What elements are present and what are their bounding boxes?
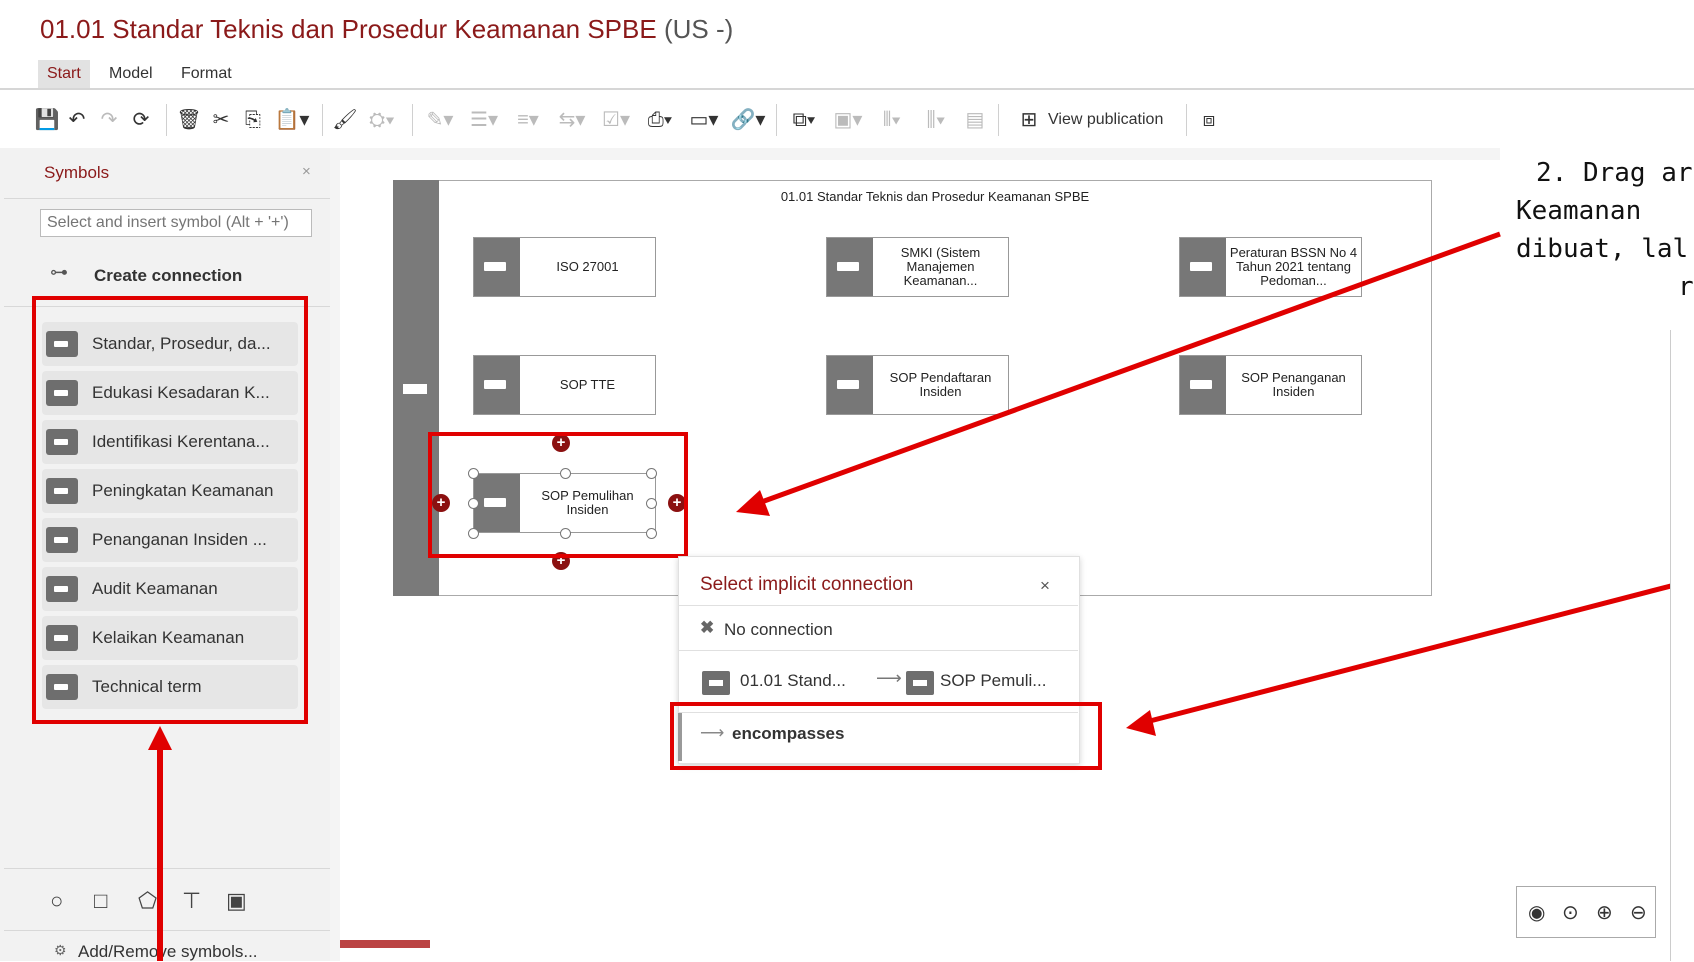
pool-title: 01.01 Standar Teknis dan Prosedur Keaman… xyxy=(780,189,1090,204)
circle-icon[interactable]: ○ xyxy=(50,888,63,914)
toolbar-divider xyxy=(1186,104,1187,136)
technical-term-icon xyxy=(474,356,520,414)
zoom-100-icon[interactable]: ⊙ xyxy=(1562,900,1579,925)
arrange-icon[interactable]: ⧉▾ xyxy=(786,106,822,134)
symbol-search-input[interactable] xyxy=(40,209,312,237)
eye-icon[interactable]: ◉ xyxy=(1528,900,1545,925)
popup-divider xyxy=(678,650,1078,651)
insert-shape-icon[interactable]: ▭▾ xyxy=(686,106,722,134)
object-label: ISO 27001 xyxy=(556,259,619,274)
link-icon[interactable]: 🔗▾ xyxy=(730,106,766,134)
diagram-object[interactable]: ISO 27001 xyxy=(473,237,656,297)
close-x-icon: ✖ xyxy=(700,618,715,637)
annotation-arrow-to-object xyxy=(736,231,1501,516)
diagram-object[interactable]: SOP TTE xyxy=(473,355,656,415)
annotation-text: 2. Drag ar xyxy=(1536,158,1693,188)
technical-term-icon xyxy=(702,671,730,695)
present-icon[interactable]: ⧈ xyxy=(1196,106,1222,134)
popup-title: Select implicit connection xyxy=(700,574,914,595)
create-connection-button[interactable]: Create connection xyxy=(94,266,242,286)
highlight-box-object xyxy=(428,432,688,558)
technical-term-icon xyxy=(474,238,520,296)
popup-divider xyxy=(678,605,1078,606)
image-icon[interactable]: ▣ xyxy=(226,888,247,914)
toolbar-divider xyxy=(166,104,167,136)
toolbar-divider xyxy=(998,104,999,136)
symbols-panel-title: Symbols xyxy=(44,163,110,182)
cut-icon[interactable]: ✂ xyxy=(208,106,234,134)
annotation-arrow-up xyxy=(148,726,172,961)
object-label: SOP TTE xyxy=(559,377,616,392)
right-side-panel xyxy=(1670,330,1694,961)
annotation-arrow-to-connection xyxy=(1126,577,1694,736)
redo-icon[interactable]: ↷ xyxy=(96,106,122,134)
toolbar-divider xyxy=(322,104,323,136)
connection-source: 01.01 Stand... xyxy=(740,671,846,690)
copy-icon[interactable]: ⎘ xyxy=(240,106,266,134)
arrow-style-icon[interactable]: ⇆▾ xyxy=(554,106,590,134)
delete-icon[interactable]: 🗑 xyxy=(176,106,202,134)
language-selector[interactable]: (US -) xyxy=(664,14,733,44)
highlight-box-connection xyxy=(670,702,1102,770)
model-title: 01.01 Standar Teknis dan Prosedur Keaman… xyxy=(40,14,657,44)
gear-icon: ⚙ xyxy=(54,942,67,958)
align-icon[interactable]: ⫴▾ xyxy=(874,106,910,134)
tab-start[interactable]: Start xyxy=(38,60,90,88)
no-connection-label[interactable]: No connection xyxy=(724,620,833,640)
zoom-in-icon[interactable]: ⊕ xyxy=(1596,900,1613,925)
highlight-box-symbols xyxy=(32,296,308,724)
edit-shape-icon[interactable]: ☑▾ xyxy=(598,106,634,134)
annotation-text: r xyxy=(1678,272,1694,302)
publication-icon[interactable]: ⊞ xyxy=(1016,106,1042,134)
line-color-icon[interactable]: ✎▾ xyxy=(422,106,458,134)
line-weight-icon[interactable]: ≡▾ xyxy=(510,106,546,134)
annotation-text: dibuat, lal xyxy=(1516,234,1689,264)
toolbar-divider xyxy=(412,104,413,136)
refresh-icon[interactable]: ⟳ xyxy=(128,106,154,134)
tab-format[interactable]: Format xyxy=(172,60,241,88)
close-icon[interactable]: × xyxy=(1040,576,1050,596)
technical-term-icon xyxy=(403,384,427,394)
format-painter-icon[interactable]: 🖌 xyxy=(332,106,358,134)
tab-model[interactable]: Model xyxy=(100,60,162,88)
line-style-icon[interactable]: ☰▾ xyxy=(466,106,502,134)
panel-divider xyxy=(4,198,330,199)
text-box-icon[interactable]: ⊤ xyxy=(182,888,201,914)
undo-icon[interactable]: ↶ xyxy=(64,106,90,134)
technical-term-icon xyxy=(906,671,934,695)
annotation-text: Keamanan xyxy=(1516,196,1642,226)
connection-target: SOP Pemuli... xyxy=(940,671,1047,690)
close-icon[interactable]: × xyxy=(302,163,311,180)
distribute-icon[interactable]: ⫼▾ xyxy=(918,106,954,134)
view-publication-button[interactable]: View publication xyxy=(1048,106,1163,134)
size-icon[interactable]: ▤ xyxy=(962,106,988,134)
fill-color-icon[interactable]: ⛭▾ xyxy=(362,106,402,134)
horizontal-scrollbar[interactable] xyxy=(340,940,430,948)
create-connection-icon: ⊶ xyxy=(50,262,68,282)
toolbar-divider xyxy=(776,104,777,136)
page-title: 01.01 Standar Teknis dan Prosedur Keaman… xyxy=(40,14,733,45)
arrow-right-icon: ⟶ xyxy=(876,668,902,688)
zoom-out-icon[interactable]: ⊖ xyxy=(1630,900,1647,925)
insert-object-icon[interactable]: ⎙▾ xyxy=(642,106,678,134)
group-icon[interactable]: ▣▾ xyxy=(830,106,866,134)
rectangle-icon[interactable]: □ xyxy=(94,888,107,914)
paste-icon[interactable]: 📋▾ xyxy=(272,106,312,134)
save-icon[interactable]: 💾 xyxy=(34,106,60,134)
